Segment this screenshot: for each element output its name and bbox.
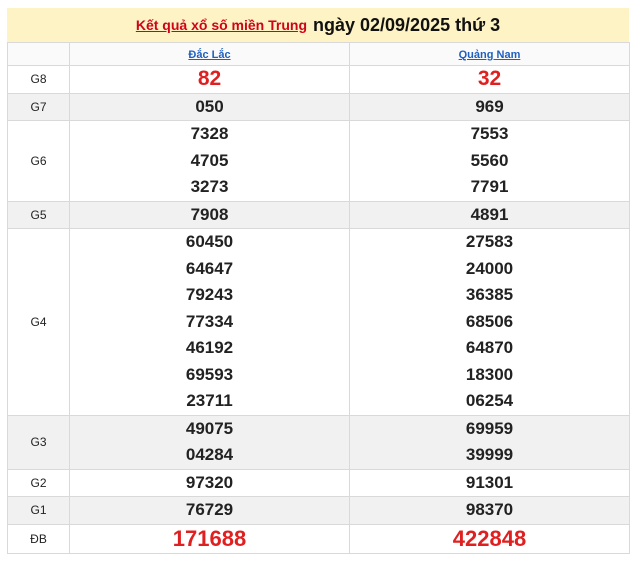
winning-number: 46192 — [185, 338, 234, 357]
winning-number: 36385 — [465, 285, 514, 304]
winning-number: 60450 — [185, 232, 234, 251]
winning-number: 32 — [477, 67, 502, 90]
prize-row: G1 76729 98370 — [7, 496, 630, 525]
winning-number: 18300 — [465, 364, 514, 384]
region-results-link[interactable]: Kết quả xổ số miền Trung — [136, 17, 307, 33]
results-panel: Kết quả xổ số miền Trung ngày 02/09/2025… — [7, 8, 630, 554]
winning-number: 97320 — [185, 472, 234, 492]
winning-number: 91301 — [465, 472, 514, 492]
winning-number: 24000 — [465, 258, 514, 278]
winning-number: 969 — [475, 96, 504, 116]
winning-number: 68506 — [465, 311, 514, 331]
prize-row: G6 7328 4705 3273 7553 5560 7791 — [7, 120, 630, 202]
prize-row: G2 97320 91301 — [7, 468, 630, 497]
winning-number: 79243 — [185, 285, 234, 304]
prize-cell: 69959 39999 — [349, 414, 630, 470]
prize-label: G5 — [7, 200, 70, 229]
draw-date-title: ngày 02/09/2025 thứ 3 — [313, 14, 501, 35]
winning-number: 69959 — [465, 418, 514, 438]
winning-number: 64647 — [185, 258, 234, 278]
winning-number: 77334 — [185, 311, 234, 331]
header-corner-cell — [7, 42, 70, 66]
winning-number: 27583 — [465, 232, 514, 251]
prize-label: G4 — [7, 228, 70, 416]
winning-number: 49075 — [185, 418, 234, 438]
winning-number: 7908 — [190, 204, 229, 224]
prize-cell: 49075 04284 — [69, 414, 350, 470]
winning-number: 39999 — [465, 445, 514, 464]
results-table: Đắc Lắc Quảng Nam G8 82 32 G7 050 969 G6 7328 47… — [7, 42, 630, 554]
prize-cell: 7908 — [69, 200, 350, 229]
winning-number: 76729 — [185, 500, 234, 519]
winning-number: 3273 — [190, 177, 229, 196]
prize-row: G5 7908 4891 — [7, 200, 630, 229]
winning-number: 422848 — [452, 525, 527, 551]
province-header-row: Đắc Lắc Quảng Nam — [7, 42, 630, 66]
prize-cell: 050 — [69, 92, 350, 121]
prize-row: G7 050 969 — [7, 92, 630, 121]
winning-number: 82 — [197, 67, 222, 90]
prize-label: G6 — [7, 120, 70, 202]
winning-number: 050 — [195, 96, 224, 116]
prize-label: G1 — [7, 496, 70, 525]
prize-row: G4 60450 64647 79243 77334 46192 69593 23711 275… — [7, 228, 630, 416]
winning-number: 23711 — [186, 391, 233, 410]
prize-cell: 60450 64647 79243 77334 46192 69593 23711 — [69, 228, 350, 416]
prize-label: G2 — [7, 468, 70, 497]
prize-cell: 7328 4705 3273 — [69, 120, 350, 202]
winning-number: 7328 — [190, 124, 229, 143]
winning-number: 7791 — [470, 177, 509, 196]
prize-row: G8 82 32 — [7, 65, 630, 94]
prize-label: G8 — [7, 65, 70, 94]
prize-cell: 97320 — [69, 468, 350, 497]
prize-cell: 171688 — [69, 523, 350, 554]
prize-cell: 7553 5560 7791 — [349, 120, 630, 202]
prize-cell: 82 — [69, 65, 350, 94]
prize-label: G3 — [7, 414, 70, 470]
winning-number: 06254 — [465, 391, 514, 410]
prize-row: G3 49075 04284 69959 39999 — [7, 414, 630, 470]
winning-number: 5560 — [470, 150, 509, 170]
province-header-cell: Quảng Nam — [349, 42, 630, 66]
prize-cell: 91301 — [349, 468, 630, 497]
winning-number: 04284 — [185, 445, 234, 464]
winning-number: 4891 — [470, 204, 509, 224]
prize-cell: 32 — [349, 65, 630, 94]
prize-cell: 76729 — [69, 496, 350, 525]
province-link-dak-lak[interactable]: Đắc Lắc — [188, 49, 230, 61]
winning-number: 171688 — [172, 525, 247, 551]
province-link-quang-nam[interactable]: Quảng Nam — [459, 49, 521, 61]
prize-row: ĐB 171688 422848 — [7, 523, 630, 554]
winning-number: 4705 — [190, 150, 229, 170]
prize-cell: 27583 24000 36385 68506 64870 18300 06254 — [349, 228, 630, 416]
prize-label: G7 — [7, 92, 70, 121]
prize-cell: 969 — [349, 92, 630, 121]
winning-number: 69593 — [185, 364, 234, 384]
winning-number: 98370 — [465, 500, 514, 519]
winning-number: 64870 — [465, 338, 514, 357]
prize-cell: 422848 — [349, 523, 630, 554]
prize-label: ĐB — [7, 523, 70, 554]
prize-cell: 98370 — [349, 496, 630, 525]
prize-cell: 4891 — [349, 200, 630, 229]
province-header-cell: Đắc Lắc — [69, 42, 350, 66]
winning-number: 7553 — [470, 124, 509, 143]
title-bar: Kết quả xổ số miền Trung ngày 02/09/2025… — [7, 8, 629, 42]
